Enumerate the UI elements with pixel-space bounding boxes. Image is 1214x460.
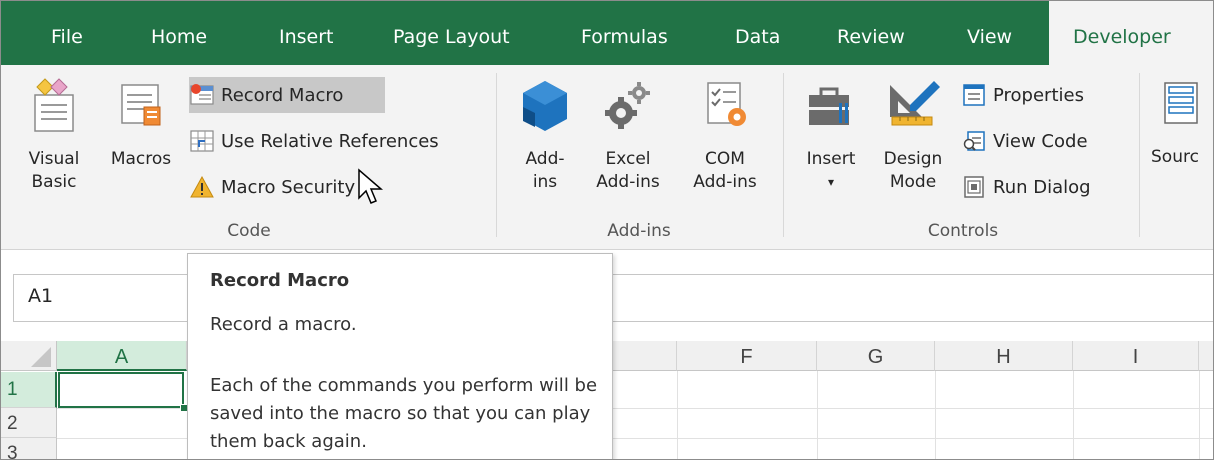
tooltip-subtitle: Record a macro.: [210, 314, 357, 335]
column-header-partial[interactable]: [1199, 341, 1213, 371]
ribbon-tab-bar: File Home Insert Page Layout Formulas Da…: [1, 1, 1213, 65]
source-button[interactable]: Sourc: [1151, 77, 1213, 169]
group-label-code: Code: [227, 221, 271, 241]
record-macro-tooltip: Record Macro Record a macro. Each of the…: [187, 253, 613, 459]
run-dialog-button[interactable]: Run Dialog: [961, 169, 1131, 205]
com-add-ins-icon: [683, 77, 767, 142]
macros-icon: [97, 77, 185, 142]
macros-label: Macros: [110, 149, 172, 169]
dropdown-arrow-icon: ▾: [827, 175, 835, 189]
properties-label: Properties: [993, 84, 1084, 106]
view-code-button[interactable]: View Code: [961, 123, 1131, 159]
properties-button[interactable]: Properties: [961, 77, 1131, 113]
tab-file[interactable]: File: [51, 1, 83, 65]
tab-developer[interactable]: Developer: [1049, 1, 1213, 65]
excel-add-ins-label-1: Excel: [605, 149, 651, 169]
add-ins-label-1: Add-: [525, 149, 565, 169]
excel-window: File Home Insert Page Layout Formulas Da…: [0, 0, 1214, 460]
gears-icon: [586, 77, 670, 142]
insert-controls-label: Insert: [806, 149, 856, 169]
record-macro-button[interactable]: Record Macro: [189, 77, 385, 113]
com-add-ins-label-2: Add-ins: [693, 172, 757, 192]
select-all-triangle-icon: [31, 347, 51, 367]
insert-controls-button[interactable]: Insert ▾: [797, 77, 865, 194]
com-add-ins-label-1: COM: [705, 149, 745, 169]
run-dialog-label: Run Dialog: [993, 176, 1091, 198]
column-header-f[interactable]: F: [677, 341, 817, 371]
visual-basic-icon: [19, 77, 89, 142]
column-header-g[interactable]: G: [817, 341, 935, 371]
view-code-label: View Code: [993, 130, 1088, 152]
tooltip-title: Record Macro: [210, 270, 350, 291]
visual-basic-label-2: Basic: [31, 172, 77, 192]
store-hexagon-icon: [515, 77, 575, 142]
mouse-cursor-icon: [358, 168, 384, 204]
row-header-3[interactable]: 3: [1, 438, 57, 459]
macro-security-label: Macro Security: [221, 176, 356, 198]
tab-data[interactable]: Data: [735, 1, 780, 65]
visual-basic-button[interactable]: Visual Basic: [19, 77, 89, 194]
design-mode-label-1: Design: [883, 149, 943, 169]
gridline: [1199, 371, 1200, 459]
column-header-h[interactable]: H: [935, 341, 1073, 371]
source-icon: [1159, 77, 1213, 142]
gridline: [935, 371, 936, 459]
tab-home[interactable]: Home: [151, 1, 207, 65]
source-label: Sourc: [1151, 147, 1199, 167]
design-mode-label-2: Mode: [889, 172, 937, 192]
excel-add-ins-label-2: Add-ins: [596, 172, 660, 192]
column-header-a[interactable]: A: [57, 341, 187, 371]
gridline: [677, 371, 678, 459]
design-mode-button[interactable]: Design Mode: [873, 77, 953, 194]
macros-button[interactable]: Macros: [97, 77, 185, 171]
column-header-i[interactable]: I: [1073, 341, 1199, 371]
excel-add-ins-button[interactable]: Excel Add-ins: [586, 77, 670, 194]
record-macro-label: Record Macro: [221, 84, 344, 106]
tooltip-body: Each of the commands you perform will be…: [210, 375, 598, 452]
record-macro-icon: [189, 82, 215, 108]
ribbon: Visual Basic Macros Record Macro Use Rel…: [1, 65, 1213, 250]
run-dialog-icon: [961, 174, 987, 200]
select-all-corner[interactable]: [1, 341, 57, 371]
row-header-1[interactable]: 1: [1, 372, 57, 408]
group-separator: [783, 73, 784, 237]
toolbox-icon: [797, 77, 865, 142]
tab-formulas[interactable]: Formulas: [581, 1, 668, 65]
warning-icon: [189, 174, 215, 200]
add-ins-label-2: ins: [532, 172, 558, 192]
tab-insert[interactable]: Insert: [279, 1, 334, 65]
name-box-value: A1: [28, 285, 54, 307]
use-relative-references-button[interactable]: Use Relative References: [189, 123, 485, 159]
use-relative-references-icon: [189, 128, 215, 154]
tab-page-layout[interactable]: Page Layout: [393, 1, 510, 65]
tab-view[interactable]: View: [967, 1, 1012, 65]
group-separator: [1139, 73, 1140, 237]
design-mode-icon: [873, 77, 953, 142]
properties-icon: [961, 82, 987, 108]
visual-basic-label-1: Visual: [28, 149, 80, 169]
view-code-icon: [961, 128, 987, 154]
row-header-2[interactable]: 2: [1, 408, 57, 438]
group-separator: [496, 73, 497, 237]
group-label-add-ins: Add-ins: [607, 221, 671, 241]
tab-review[interactable]: Review: [837, 1, 905, 65]
add-ins-button[interactable]: Add- ins: [515, 77, 575, 194]
active-cell-a1[interactable]: [58, 372, 184, 408]
group-label-controls: Controls: [927, 221, 999, 241]
gridline: [817, 371, 818, 459]
use-relative-references-label: Use Relative References: [221, 130, 439, 152]
com-add-ins-button[interactable]: COM Add-ins: [683, 77, 767, 194]
gridline: [1073, 371, 1074, 459]
